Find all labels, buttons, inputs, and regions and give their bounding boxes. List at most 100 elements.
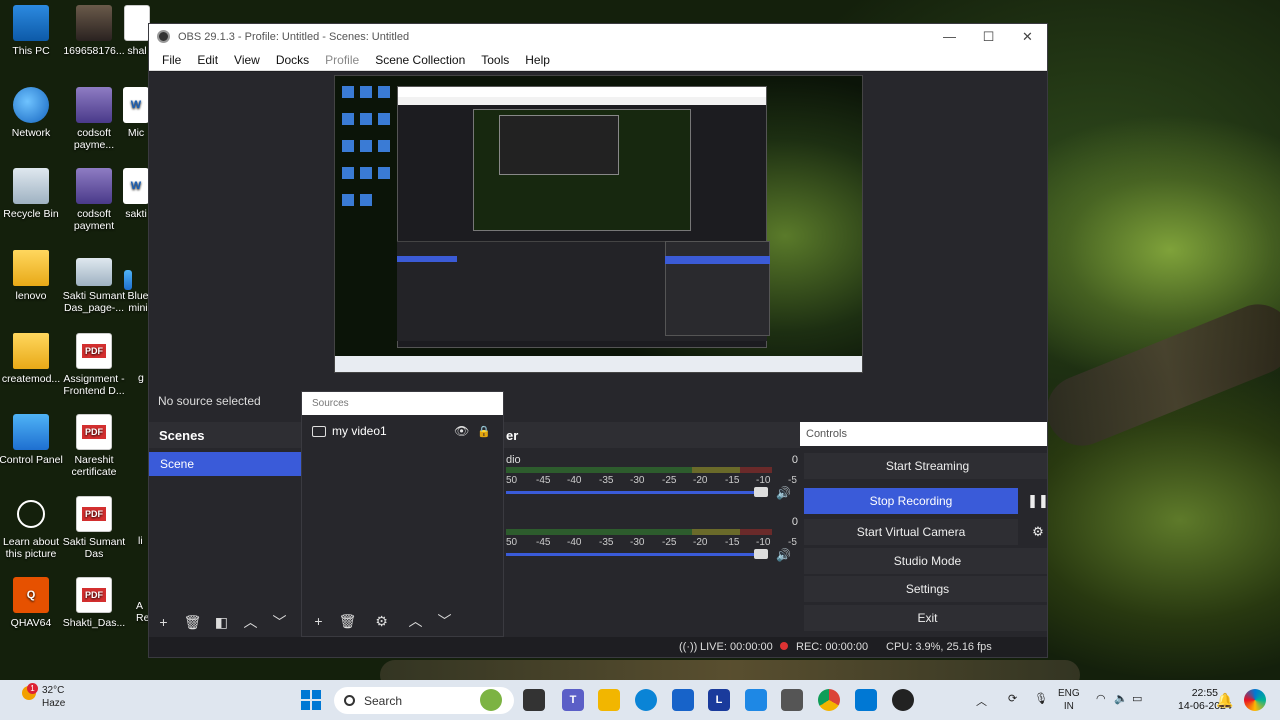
this-pc-icon — [13, 5, 49, 41]
menu-docks[interactable]: Docks — [268, 53, 317, 67]
maximize-button[interactable]: ☐ — [969, 29, 1008, 45]
start-virtual-camera-button[interactable]: Start Virtual Camera — [804, 519, 1018, 545]
chrome-icon[interactable] — [818, 689, 840, 711]
menu-scene-collection[interactable]: Scene Collection — [367, 53, 473, 67]
obs-titlebar[interactable]: OBS 29.1.3 - Profile: Untitled - Scenes:… — [149, 24, 1047, 49]
lock-icon[interactable]: 🔒 — [477, 425, 491, 438]
menu-tools[interactable]: Tools — [473, 53, 517, 67]
scene-move-up-button[interactable]: ︿ — [236, 610, 265, 634]
scale-tick: -15 — [725, 537, 740, 548]
speaker-icon[interactable]: 🔊 — [776, 486, 791, 500]
remove-source-button[interactable]: 🗑 — [333, 609, 362, 633]
start-streaming-button[interactable]: Start Streaming — [804, 453, 1047, 479]
start-button[interactable] — [300, 689, 322, 711]
taskbar: 1 32°C Haze Search T L ︿ ⟳ 🎙 ENG IN ◠ 🔈 … — [0, 680, 1280, 720]
scale-tick: -35 — [599, 475, 614, 486]
chevron-up-icon: ︿ — [408, 613, 423, 629]
desktop-icon-control-panel[interactable]: Control Panel — [0, 414, 67, 466]
desktop-icon-learn-about[interactable]: Learn about this picture — [0, 496, 67, 560]
blue-app-icon[interactable] — [745, 689, 767, 711]
tray-overflow-icon[interactable]: ︿ — [976, 693, 987, 709]
studio-mode-button[interactable]: Studio Mode — [804, 548, 1047, 574]
teams-icon[interactable]: T — [562, 689, 584, 711]
minimize-button[interactable]: — — [930, 29, 969, 45]
pdf-file-icon: PDF — [76, 414, 112, 450]
menu-file[interactable]: File — [154, 53, 189, 67]
desktop-icon-label: Learn about this picture — [2, 536, 60, 560]
stop-recording-button[interactable]: Stop Recording — [804, 488, 1018, 514]
sync-icon[interactable]: ⟳ — [1008, 692, 1017, 705]
desktop-icon-shakti-das[interactable]: PDF Shakti_Das... — [58, 577, 130, 629]
preview-nested-preview — [473, 109, 691, 231]
remove-scene-button[interactable]: 🗑 — [178, 610, 207, 634]
exit-button[interactable]: Exit — [804, 605, 1047, 631]
desktop-icon-recycle-bin[interactable]: Recycle Bin — [0, 168, 67, 220]
volume-slider-handle[interactable] — [754, 549, 768, 559]
l-app-icon[interactable]: L — [708, 689, 730, 711]
filters-icon: ◧ — [214, 613, 229, 630]
desktop-icon-assignment[interactable]: PDF Assignment - Frontend D... — [58, 333, 130, 397]
settings-button[interactable]: Settings — [804, 576, 1047, 602]
file-explorer-icon[interactable] — [598, 689, 620, 711]
copilot-icon[interactable] — [1244, 689, 1266, 711]
camera-icon[interactable] — [781, 689, 803, 711]
scene-list-item[interactable]: Scene — [149, 452, 301, 476]
obs-window[interactable]: OBS 29.1.3 - Profile: Untitled - Scenes:… — [148, 23, 1048, 658]
source-properties-button[interactable]: ⚙ — [367, 609, 396, 633]
mic-icon[interactable]: 🎙 — [1034, 692, 1048, 705]
vscode-icon[interactable] — [855, 689, 877, 711]
desktop-icon-network[interactable]: Network — [0, 87, 67, 139]
desktop-icon-sakti-sumant-das[interactable]: PDF Sakti Sumant Das — [58, 496, 130, 560]
wifi-icon[interactable]: ◠ — [1096, 692, 1106, 705]
virtual-camera-settings-button[interactable]: ⚙ — [1025, 519, 1047, 545]
desktop-icon-nareshit[interactable]: PDF Nareshit certificate — [58, 414, 130, 478]
source-move-up-button[interactable]: ︿ — [401, 609, 430, 633]
recycle-bin-icon — [13, 168, 49, 204]
widget-icon[interactable] — [480, 689, 502, 711]
volume-icon[interactable]: 🔈 — [1114, 692, 1128, 705]
store-icon[interactable] — [672, 689, 694, 711]
task-view-icon[interactable] — [523, 689, 545, 711]
add-scene-button[interactable]: + — [149, 610, 178, 634]
network-icon — [13, 87, 49, 123]
desktop-icon-lenovo[interactable]: lenovo — [0, 250, 67, 302]
menu-help[interactable]: Help — [517, 53, 558, 67]
scene-move-down-button[interactable]: ﹀ — [265, 610, 294, 634]
language-indicator[interactable]: ENG IN — [1058, 687, 1080, 713]
volume-slider-track[interactable] — [506, 553, 768, 556]
scale-tick: -45 — [536, 537, 551, 548]
desktop-icon-label: This PC — [12, 45, 50, 57]
desktop-icon-createmod[interactable]: createmod... — [0, 333, 67, 385]
chevron-down-icon: ﹀ — [272, 614, 287, 630]
volume-slider-track[interactable] — [506, 491, 768, 494]
volume-meter — [506, 467, 772, 473]
notification-bell-icon[interactable]: 🔔 — [1214, 689, 1236, 711]
eye-icon[interactable]: 👁 — [454, 424, 469, 438]
chevron-up-icon: ︿ — [243, 614, 258, 630]
menu-profile[interactable]: Profile — [317, 53, 367, 67]
desktop-icon-photo[interactable]: 169658176... — [58, 5, 130, 57]
desktop-icon-qhav64[interactable]: Q QHAV64 — [0, 577, 67, 629]
menu-edit[interactable]: Edit — [189, 53, 226, 67]
volume-slider-handle[interactable] — [754, 487, 768, 497]
source-list-item[interactable]: my video1 👁 🔒 — [302, 418, 503, 444]
pause-recording-button[interactable]: ❚❚ — [1025, 488, 1047, 514]
obs-taskbar-icon[interactable] — [892, 689, 914, 711]
scene-filters-button[interactable]: ◧ — [207, 610, 236, 634]
desktop-icon-sakti-page[interactable]: Sakti Sumant Das_page-... — [58, 258, 130, 314]
close-button[interactable]: ✕ — [1008, 29, 1047, 45]
mixer-channel-desktop-audio: dio 0 50 -45 -40 -35 -30 -25 -20 -15 -10… — [504, 454, 800, 514]
weather-widget[interactable]: 1 32°C Haze — [22, 683, 65, 710]
sources-title: Sources — [302, 392, 503, 415]
menu-view[interactable]: View — [226, 53, 268, 67]
add-source-button[interactable]: + — [304, 609, 333, 633]
photo-file-icon — [76, 5, 112, 41]
desktop-icon-this-pc[interactable]: This PC — [0, 5, 67, 57]
preview-nested-scene-item — [397, 256, 457, 262]
edge-icon[interactable] — [635, 689, 657, 711]
program-preview[interactable] — [334, 75, 863, 373]
battery-icon[interactable]: ▭ — [1132, 692, 1142, 705]
desktop-icon-label: Sakti Sumant Das — [62, 536, 126, 560]
speaker-icon[interactable]: 🔊 — [776, 548, 791, 562]
source-move-down-button[interactable]: ﹀ — [430, 609, 459, 633]
